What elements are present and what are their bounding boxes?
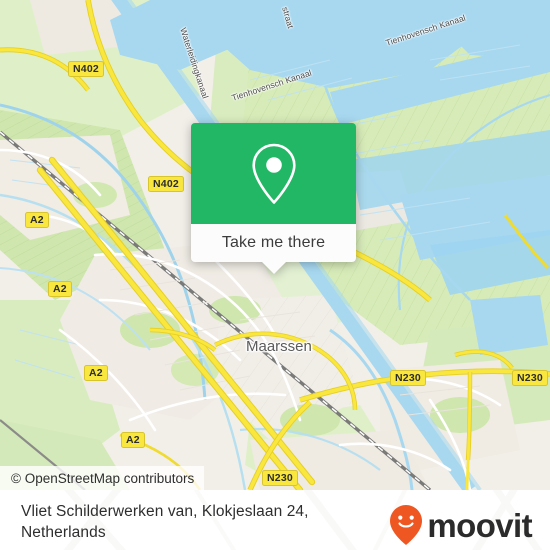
road-shield-n402-1: N402 xyxy=(68,61,104,77)
popup-footer[interactable]: Take me there xyxy=(191,224,356,274)
map-screenshot: Maarssen Tienhovensch Kanaal Tienhovensc… xyxy=(0,0,550,550)
popup-pointer-tail xyxy=(261,262,286,274)
road-shield-n230-1: N230 xyxy=(390,370,426,386)
road-shield-n230-3: N230 xyxy=(262,470,298,486)
moovit-wordmark: moovit xyxy=(427,506,532,544)
popup-header xyxy=(191,123,356,224)
location-popup-card[interactable]: Take me there xyxy=(191,123,356,274)
moovit-logo: moovit xyxy=(388,504,533,546)
moovit-pin-smiley-icon xyxy=(390,505,423,545)
road-shield-n402-2: N402 xyxy=(148,176,184,192)
road-shield-a2-4: A2 xyxy=(121,432,145,448)
map-canvas[interactable]: Maarssen Tienhovensch Kanaal Tienhovensc… xyxy=(0,0,550,490)
road-shield-a2-1: A2 xyxy=(25,212,49,228)
map-pin-icon xyxy=(251,143,296,204)
osm-attribution-text: © OpenStreetMap contributors xyxy=(11,470,195,486)
map-attribution-bar: © OpenStreetMap contributors xyxy=(0,466,205,490)
road-shield-a2-3: A2 xyxy=(84,365,108,381)
location-address-text: Vliet Schilderwerken van, Klokjeslaan 24… xyxy=(21,503,309,541)
road-shield-n230-2: N230 xyxy=(512,370,548,386)
take-me-there-label: Take me there xyxy=(221,234,326,251)
road-shield-a2-2: A2 xyxy=(48,281,72,297)
footer-bar: Vliet Schilderwerken van, Klokjeslaan 24… xyxy=(0,490,550,550)
